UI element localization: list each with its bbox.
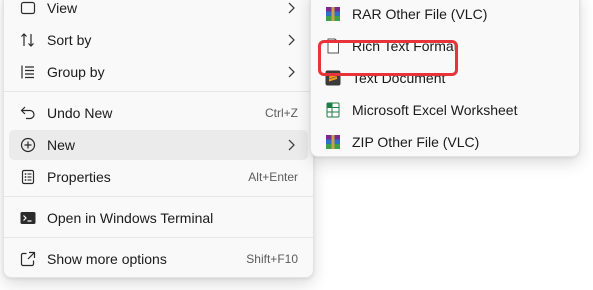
menu-item-label: Sort by — [47, 32, 92, 48]
chevron-right-icon — [288, 139, 295, 151]
menu-item-label: New — [47, 137, 76, 153]
menu-item-open-terminal[interactable]: Open in Windows Terminal — [9, 203, 308, 233]
menu-item-new[interactable]: New — [9, 130, 308, 160]
menu-item-undo-new[interactable]: Undo New Ctrl+Z — [9, 98, 308, 128]
menu-item-show-more-options[interactable]: Show more options Shift+F10 — [9, 244, 308, 274]
menu-item-label: Open in Windows Terminal — [47, 210, 214, 226]
sort-icon — [21, 33, 34, 47]
rar-archive-icon — [326, 7, 340, 21]
submenu-item-zip-other-file[interactable]: ZIP Other File (VLC) — [316, 127, 574, 157]
submenu-item-rar-other-file[interactable]: RAR Other File (VLC) — [316, 0, 574, 29]
menu-item-label: Undo New — [47, 105, 113, 121]
group-icon — [21, 65, 34, 79]
show-more-icon — [20, 251, 36, 267]
menu-item-label: Group by — [47, 64, 105, 80]
menu-item-label: Show more options — [47, 251, 167, 267]
menu-item-label: View — [47, 0, 78, 16]
menu-item-properties[interactable]: Properties Alt+Enter — [9, 162, 308, 192]
submenu-item-label: ZIP Other File (VLC) — [352, 134, 480, 150]
zip-archive-icon — [326, 135, 340, 149]
menu-item-sort-by[interactable]: Sort by — [9, 25, 308, 55]
excel-icon — [326, 102, 340, 118]
submenu-item-label: Microsoft Excel Worksheet — [352, 102, 518, 118]
menu-separator — [4, 91, 313, 92]
new-submenu: RAR Other File (VLC) Rich Text Format Te… — [310, 0, 580, 157]
terminal-icon — [20, 212, 36, 224]
keyboard-shortcut: Shift+F10 — [246, 252, 298, 266]
menu-item-label: Properties — [47, 169, 111, 185]
desktop-context-menu: View Sort by Group by Undo New Ctrl+Z Ne… — [3, 0, 314, 278]
submenu-item-label: RAR Other File (VLC) — [352, 6, 488, 22]
view-icon — [20, 1, 36, 15]
keyboard-shortcut: Alt+Enter — [248, 170, 298, 184]
new-icon — [20, 137, 36, 153]
text-document-highlight-box — [318, 40, 458, 76]
chevron-right-icon — [288, 2, 295, 14]
chevron-right-icon — [288, 66, 295, 78]
menu-item-view[interactable]: View — [9, 0, 308, 23]
menu-separator — [4, 196, 313, 197]
properties-icon — [21, 169, 35, 185]
menu-item-group-by[interactable]: Group by — [9, 57, 308, 87]
keyboard-shortcut: Ctrl+Z — [265, 106, 298, 120]
undo-icon — [20, 106, 35, 120]
chevron-right-icon — [288, 34, 295, 46]
submenu-item-excel-worksheet[interactable]: Microsoft Excel Worksheet — [316, 95, 574, 125]
menu-separator — [4, 237, 313, 238]
